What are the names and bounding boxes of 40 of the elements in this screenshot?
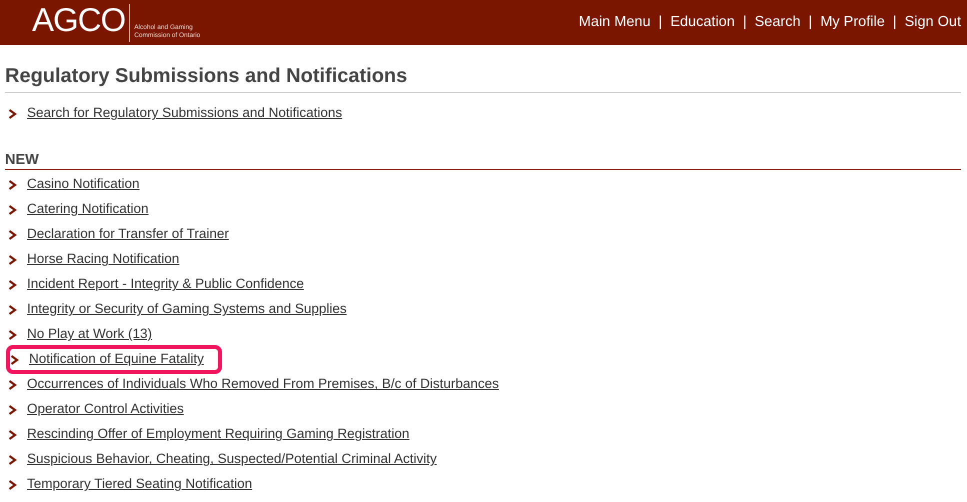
list-link[interactable]: Suspicious Behavior, Cheating, Suspected/Potential Criminal Activity <box>27 449 437 470</box>
chevron-icon <box>8 430 17 440</box>
nav-link[interactable]: Education <box>670 12 735 34</box>
list-link[interactable]: Search for Regulatory Submissions and Notifications <box>27 103 342 124</box>
chevron-icon <box>8 480 17 490</box>
list-link[interactable]: Notification of Equine Fatality <box>29 349 204 370</box>
chevron-icon <box>8 404 17 414</box>
list-link[interactable]: Operator Control Activities <box>27 399 184 420</box>
chevron-icon <box>8 108 17 118</box>
nav-link[interactable]: My Profile <box>820 12 885 34</box>
list-link[interactable]: Rescinding Offer of Employment Requiring Gaming Registration <box>27 424 410 445</box>
chevron-icon <box>10 354 19 364</box>
chevron-icon <box>8 180 17 190</box>
chevron-icon <box>8 330 17 340</box>
list-link[interactable]: Temporary Tiered Seating Notification <box>27 474 252 495</box>
chevron-icon <box>8 204 17 214</box>
nav-separator: | <box>658 12 662 32</box>
chevron-icon <box>8 254 17 264</box>
nav-link[interactable]: Main Menu <box>578 12 651 34</box>
logo-text: AGCO <box>32 3 126 37</box>
chevron-icon <box>8 380 17 390</box>
section-heading: NEW <box>5 151 961 170</box>
page-title: Regulatory Submissions and Notifications <box>5 63 961 93</box>
nav-separator: | <box>742 12 747 32</box>
chevron-icon <box>8 304 17 314</box>
nav-separator: | <box>892 12 897 32</box>
list-link[interactable]: Declaration for Transfer of Trainer <box>27 224 229 245</box>
chevron-icon <box>8 230 17 240</box>
nav-link[interactable]: Search <box>754 12 801 34</box>
nav-separator: | <box>808 12 812 32</box>
chevron-icon <box>8 280 17 290</box>
list-link[interactable]: Incident Report - Integrity & Public Confidence <box>27 274 304 295</box>
chevron-icon <box>8 454 17 464</box>
list-link[interactable]: Casino Notification <box>27 174 140 195</box>
list-link[interactable]: Catering Notification <box>27 199 149 220</box>
nav-link[interactable]: Sign Out <box>904 12 961 34</box>
list-link[interactable]: No Play at Work (13) <box>27 324 152 345</box>
list-link[interactable]: Occurrences of Individuals Who Removed From Premises, B/c of Disturbances <box>27 374 499 395</box>
list-link[interactable]: Integrity or Security of Gaming Systems and Supplies <box>27 299 347 320</box>
list-link[interactable]: Horse Racing Notification <box>27 249 180 270</box>
